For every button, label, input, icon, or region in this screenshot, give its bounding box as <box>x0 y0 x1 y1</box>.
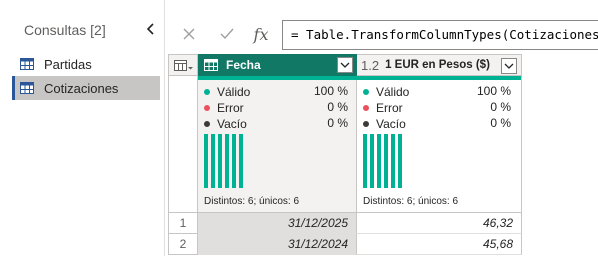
histogram-bar[interactable] <box>398 134 402 188</box>
quality-error: Error <box>363 100 403 116</box>
valid-percent: 100 % <box>313 84 348 98</box>
table-menu-icon <box>174 60 193 71</box>
fx-icon[interactable]: fx <box>248 21 274 47</box>
check-icon[interactable] <box>214 21 240 47</box>
queries-pane-title: Consultas [2] <box>24 22 106 38</box>
column-header-fecha[interactable]: Fecha <box>198 54 357 76</box>
quality-empty: Vacío <box>363 116 406 132</box>
chevron-left-icon[interactable] <box>144 20 158 38</box>
quality-empty: Vacío <box>204 116 247 132</box>
column-distribution-histogram[interactable] <box>363 134 403 188</box>
histogram-bar[interactable] <box>204 134 208 188</box>
sidebar-item-cotizaciones[interactable]: Cotizaciones <box>12 76 160 100</box>
error-dot-icon <box>363 105 369 111</box>
empty-dot-icon <box>204 121 210 127</box>
chevron-down-icon[interactable] <box>501 58 517 74</box>
table-cell-valor[interactable]: 46,32 <box>357 213 522 234</box>
column-profile-fecha: Válido 100 % Error 0 % Vacío 0 % Distint… <box>198 76 357 212</box>
chevron-down-icon[interactable] <box>337 57 353 73</box>
sidebar-item-label: Partidas <box>44 56 92 72</box>
histogram-bar[interactable] <box>370 134 374 188</box>
histogram-bar[interactable] <box>218 134 222 188</box>
column-name: Fecha <box>226 58 261 72</box>
close-icon[interactable] <box>176 21 202 47</box>
empty-percent: 0 % <box>490 116 511 130</box>
valid-percent: 100 % <box>476 84 511 98</box>
error-percent: 0 % <box>490 100 511 114</box>
error-percent: 0 % <box>327 100 348 114</box>
distinct-unique-count: Distintos: 6; únicos: 6 <box>363 196 459 207</box>
histogram-bar[interactable] <box>363 134 367 188</box>
empty-dot-icon <box>363 121 369 127</box>
sidebar-item-partidas[interactable]: Partidas <box>12 52 160 76</box>
histogram-bar[interactable] <box>211 134 215 188</box>
histogram-bar[interactable] <box>232 134 236 188</box>
histogram-bar[interactable] <box>384 134 388 188</box>
quality-valid: Válido <box>204 84 250 100</box>
empty-percent: 0 % <box>327 116 348 130</box>
decimal-type-icon[interactable]: 1.2 <box>361 58 379 73</box>
column-profile-eur-pesos: Válido 100 % Error 0 % Vacío 0 % Distint… <box>357 76 522 212</box>
formula-bar: fx = Table.TransformColumnTypes(Cotizaci… <box>166 18 598 50</box>
table-icon <box>20 58 34 70</box>
column-distribution-histogram[interactable] <box>204 134 244 188</box>
power-query-editor: Consultas [2] Partidas Cotizaciones fx =… <box>0 0 598 256</box>
queries-pane: Consultas [2] Partidas Cotizaciones <box>0 0 165 256</box>
table-cell-valor[interactable]: 45,68 <box>357 234 522 255</box>
histogram-bar[interactable] <box>239 134 243 188</box>
table-icon <box>20 82 34 94</box>
column-quality-bar <box>198 76 357 80</box>
quality-valid: Válido <box>363 84 409 100</box>
row-number[interactable]: 2 <box>168 234 198 255</box>
profile-row-gutter <box>168 76 198 212</box>
error-dot-icon <box>204 105 210 111</box>
valid-dot-icon <box>363 89 369 95</box>
distinct-unique-count: Distintos: 6; únicos: 6 <box>204 196 300 207</box>
valid-dot-icon <box>204 89 210 95</box>
histogram-bar[interactable] <box>377 134 381 188</box>
table-cell-fecha[interactable]: 31/12/2024 <box>198 234 357 255</box>
column-header-eur-pesos[interactable]: 1.2 1 EUR en Pesos ($) <box>357 54 522 76</box>
column-quality-bar <box>357 76 521 80</box>
row-number[interactable]: 1 <box>168 213 198 234</box>
calendar-table-icon[interactable] <box>204 58 220 72</box>
quality-error: Error <box>204 100 244 116</box>
sidebar-item-label: Cotizaciones <box>44 80 119 96</box>
data-grid: Fecha 1.2 1 EUR en Pesos ($) Válido 100 … <box>168 54 598 256</box>
histogram-bar[interactable] <box>391 134 395 188</box>
histogram-bar[interactable] <box>225 134 229 188</box>
column-name: 1 EUR en Pesos ($) <box>385 59 490 71</box>
formula-input[interactable]: = Table.TransformColumnTypes(Cotizacione… <box>282 20 598 50</box>
table-options-button[interactable] <box>168 54 198 76</box>
table-cell-fecha[interactable]: 31/12/2025 <box>198 213 357 234</box>
